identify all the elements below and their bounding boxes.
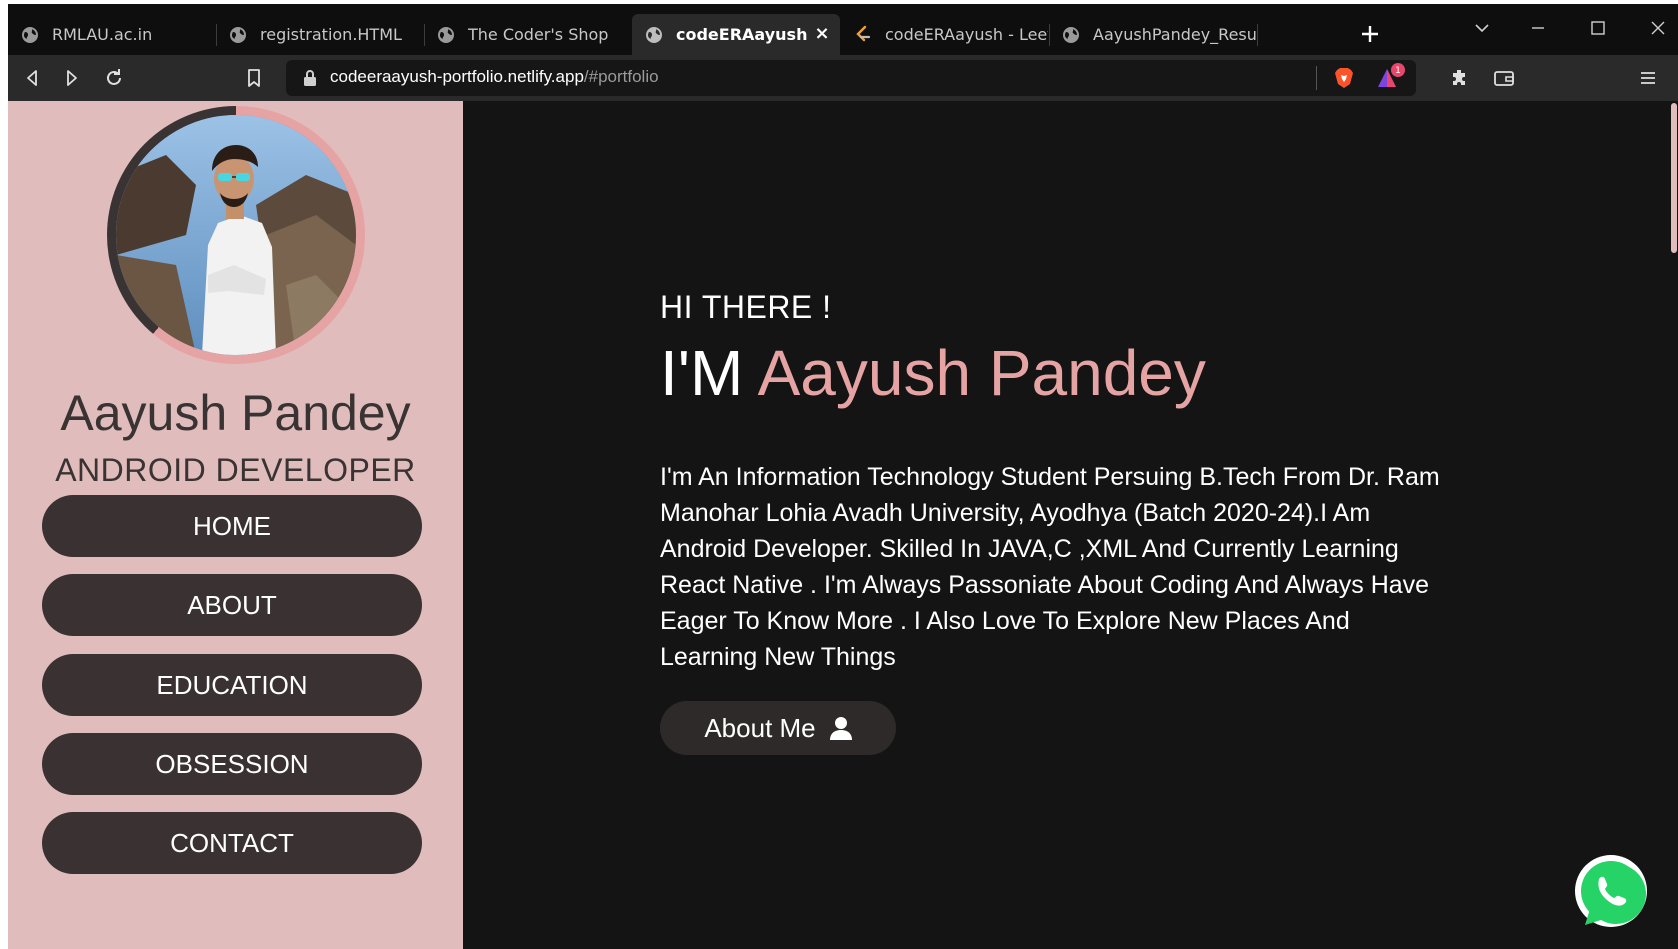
portfolio-page: Aayush Pandey ANDROID DEVELOPER HOME ABO… [8,101,1678,949]
tab-title: The Coder's Shop [468,25,609,44]
globe-icon [438,26,454,43]
nav-home-button[interactable]: HOME [42,495,422,557]
profile-role: ANDROID DEVELOPER [55,452,416,488]
notification-badge: 1 [1391,63,1405,77]
tab-rmlau[interactable]: RMLAU.ac.in [8,14,215,55]
tab-separator [1257,24,1258,46]
url-host: codeeraayush-portfolio.netlify.app [330,67,584,86]
nav-about-button[interactable]: ABOUT [42,574,422,636]
toolbar: codeeraayush-portfolio.netlify.app/#port… [8,55,1678,101]
about-me-button[interactable]: About Me [660,701,896,755]
globe-icon [230,26,246,43]
tab-registration[interactable]: registration.HTML [216,14,423,55]
bookmark-icon[interactable] [242,66,266,90]
globe-icon [646,26,662,43]
tab-coders-shop[interactable]: The Coder's Shop [424,14,631,55]
extensions-icon[interactable] [1448,66,1472,90]
reload-icon[interactable] [102,66,126,90]
back-icon[interactable] [20,66,44,90]
tab-strip: RMLAU.ac.in registration.HTML The Coder'… [8,4,1678,55]
greeting: HI THERE ! [660,289,832,325]
forward-icon[interactable] [60,66,84,90]
globe-icon [1063,26,1079,43]
sidebar: Aayush Pandey ANDROID DEVELOPER HOME ABO… [8,101,463,949]
chevron-down-icon[interactable] [1468,14,1496,42]
address-separator [1316,66,1317,90]
brave-rewards-button[interactable]: 1 [1376,63,1405,90]
address-bar[interactable]: codeeraayush-portfolio.netlify.app/#port… [286,60,1416,96]
globe-icon [22,26,38,43]
avatar [116,115,356,355]
headline-prefix: I'M [660,337,744,409]
nav-education-button[interactable]: EDUCATION [42,654,422,716]
page-scrollbar[interactable] [1670,101,1678,949]
nav-obsession-button[interactable]: OBSESSION [42,733,422,795]
hero-section: HI THERE ! I'M Aayush Pandey I'm An Info… [660,101,1460,949]
svg-text:1: 1 [1395,66,1401,76]
tab-title: registration.HTML [260,25,402,44]
close-icon[interactable]: × [812,24,832,44]
tab-leetcode[interactable]: codeERAayush - LeetCod [841,14,1048,55]
profile-name: Aayush Pandey [60,385,411,441]
leetcode-icon [856,25,871,41]
browser-window: RMLAU.ac.in registration.HTML The Coder'… [8,4,1678,949]
tab-title: codeERAayush - LeetCod [885,25,1048,44]
maximize-icon[interactable] [1584,14,1612,42]
profile-photo [116,115,356,355]
scrollbar-thumb[interactable] [1671,103,1677,253]
close-window-icon[interactable] [1644,14,1672,42]
user-icon [829,717,852,740]
wallet-icon[interactable] [1492,66,1516,90]
minimize-icon[interactable] [1524,14,1552,42]
bio-text: I'm An Information Technology Student Pe… [660,463,1440,671]
about-me-label: About Me [704,712,816,743]
brave-shields-icon[interactable] [1332,66,1356,90]
url-text[interactable]: codeeraayush-portfolio.netlify.app/#port… [330,67,659,87]
url-path: /#portfolio [583,67,659,86]
tab-title: AayushPandey_Resume.p [1093,25,1256,44]
lock-icon[interactable] [302,69,318,87]
tab-resume[interactable]: AayushPandey_Resume.p [1049,14,1256,55]
headline: I'M Aayush Pandey [660,336,1206,410]
headline-name: Aayush Pandey [757,337,1206,409]
plus-icon[interactable] [1358,22,1382,46]
whatsapp-icon[interactable] [1571,853,1651,933]
tab-title: codeERAayush [676,25,808,44]
avatar-ring [107,106,365,364]
menu-icon[interactable] [1636,66,1660,90]
tab-codeeraayush-active[interactable]: codeERAayush × [632,14,840,55]
nav-contact-button[interactable]: CONTACT [42,812,422,874]
tab-title: RMLAU.ac.in [52,25,153,44]
